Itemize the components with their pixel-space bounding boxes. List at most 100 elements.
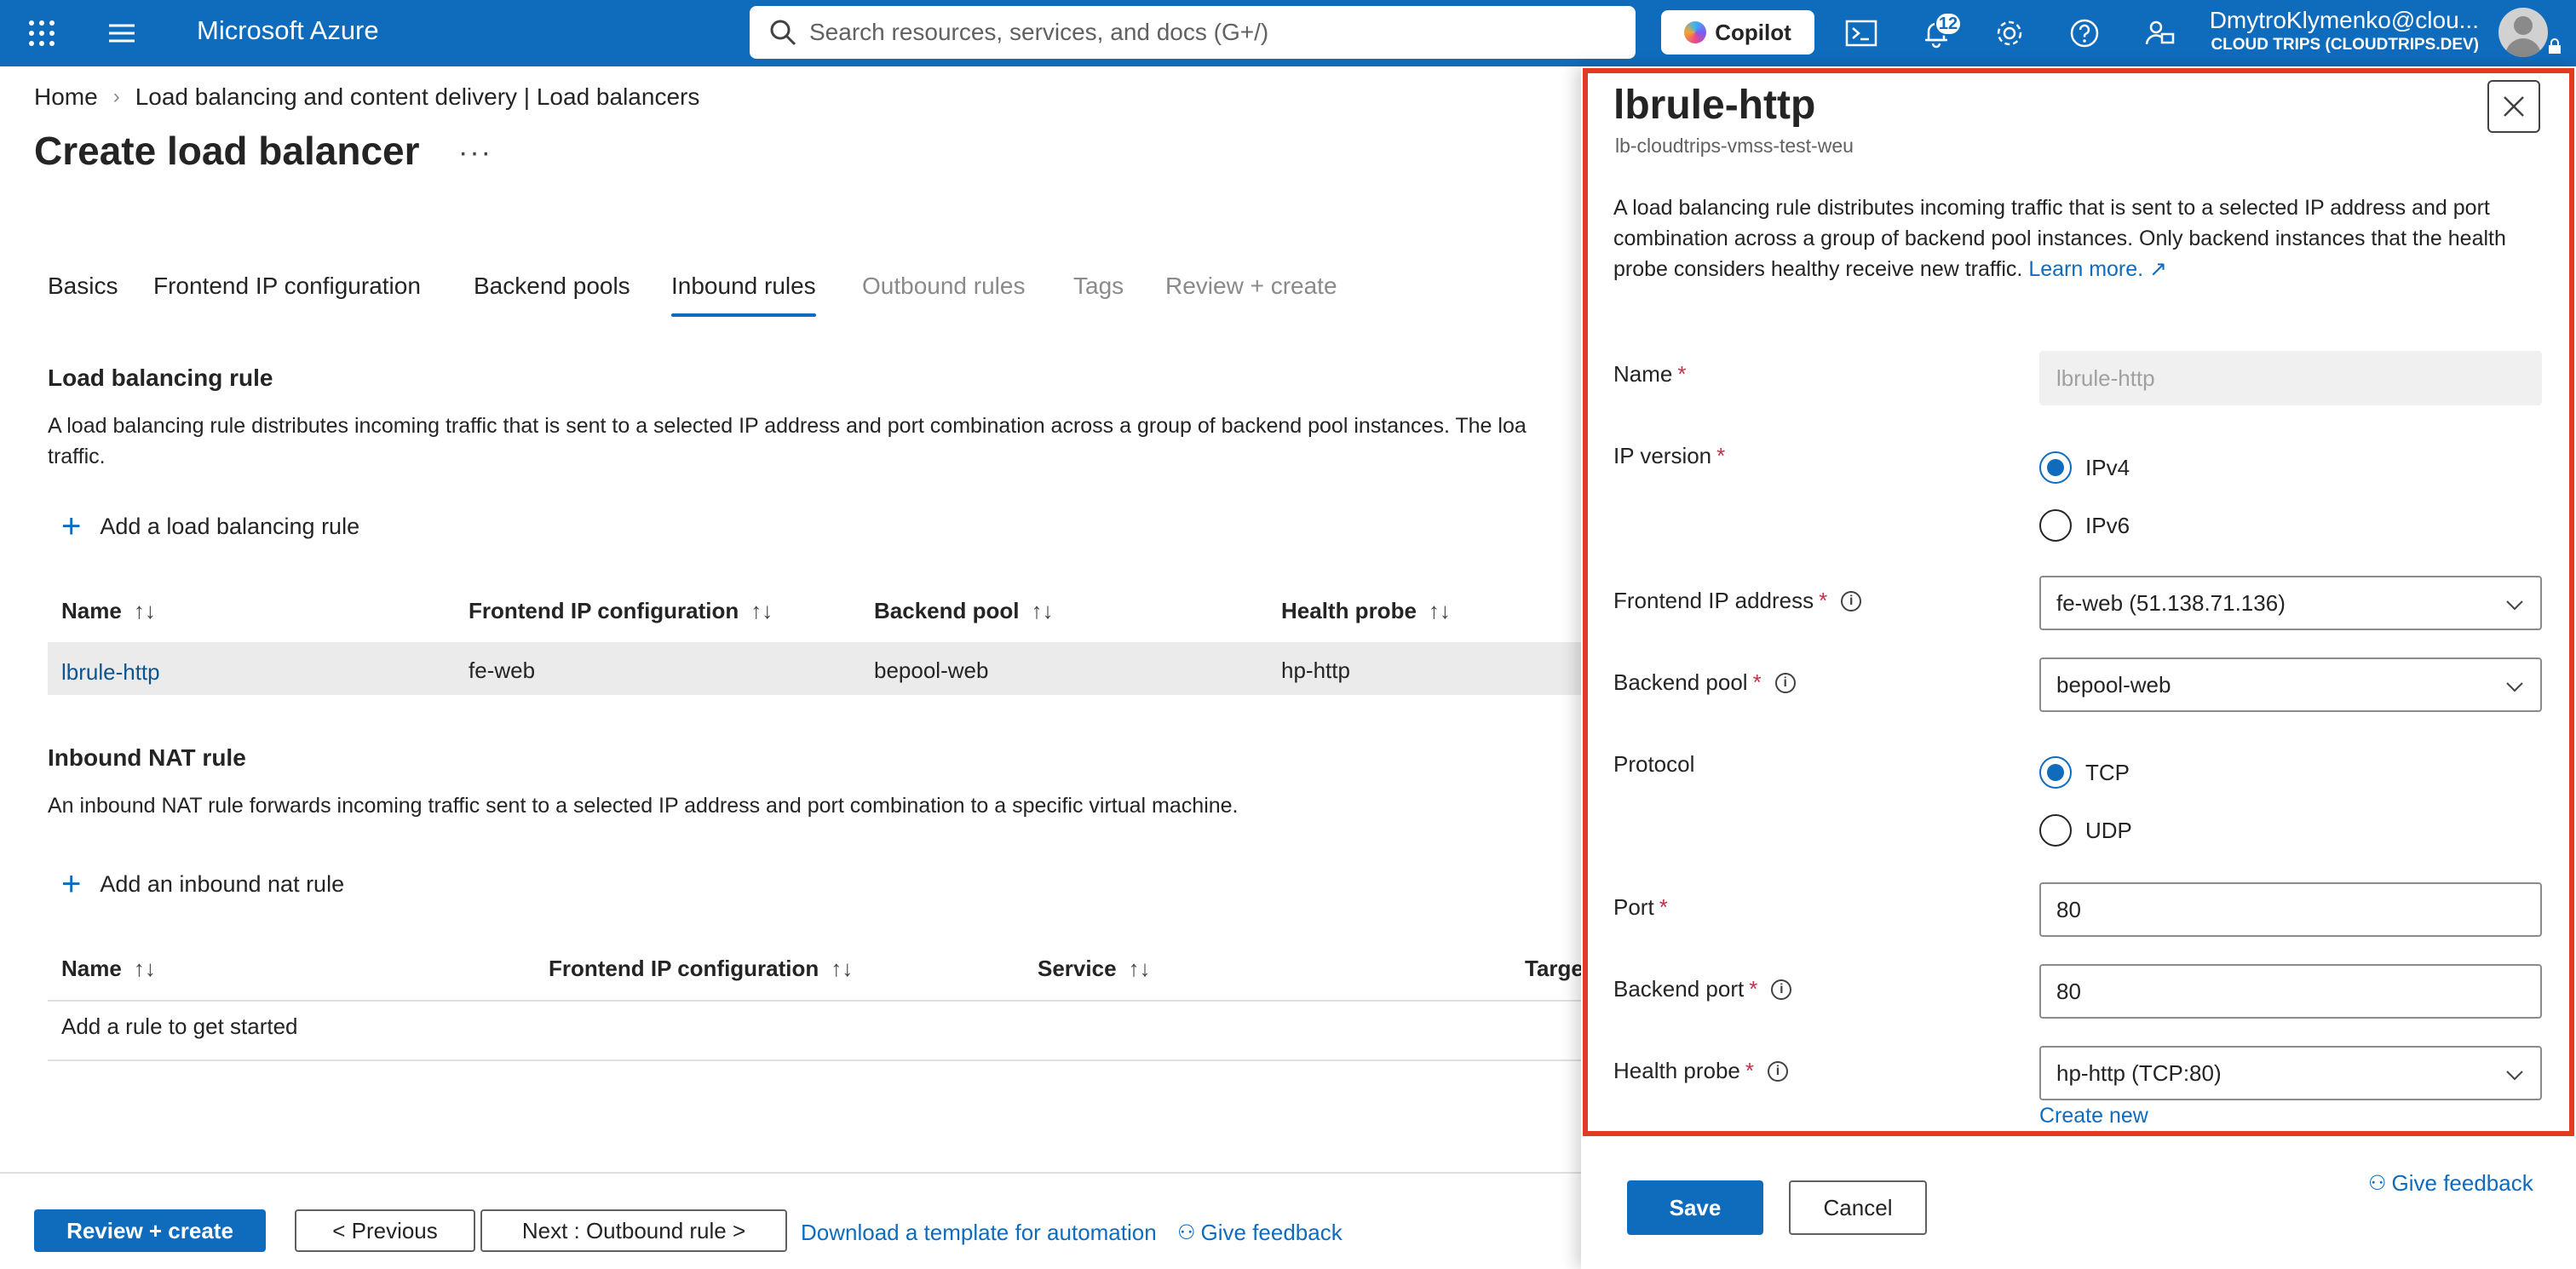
sort-icon: ↑↓	[750, 598, 773, 623]
chevron-down-icon	[2506, 600, 2523, 611]
frontend-ip-dropdown[interactable]: fe-web (51.138.71.136)	[2039, 576, 2542, 630]
table-row[interactable]	[48, 642, 1581, 695]
notification-badge: 12	[1935, 12, 1962, 36]
sort-icon: ↑↓	[1031, 598, 1054, 623]
avatar[interactable]	[2498, 8, 2548, 57]
more-options-icon[interactable]: ···	[458, 136, 492, 169]
add-icon: +	[61, 865, 82, 903]
backend-port-label: Backend port * i	[1613, 976, 1792, 1002]
lb-rule-description: A load balancing rule distributes incomi…	[48, 414, 1527, 468]
top-bar: Microsoft Azure Search resources, servic…	[0, 0, 2576, 66]
nat-column-header-frontend[interactable]: Frontend IP configuration ↑↓	[549, 956, 853, 982]
frontend-ip-label: Frontend IP address * i	[1613, 588, 1862, 614]
close-icon	[2504, 96, 2524, 117]
column-header-probe[interactable]: Health probe ↑↓	[1281, 598, 1451, 624]
cloud-shell-icon[interactable]	[1845, 17, 1877, 49]
backend-pool-label: Backend pool * i	[1613, 669, 1796, 696]
rule-name-link[interactable]: lbrule-http	[61, 659, 160, 686]
account-info[interactable]: DmytroKlymenko@clou... CLOUD TRIPS (CLOU…	[2198, 7, 2479, 55]
column-header-backend[interactable]: Backend pool ↑↓	[874, 598, 1053, 624]
brand-title[interactable]: Microsoft Azure	[197, 15, 379, 46]
nat-column-header-service[interactable]: Service ↑↓	[1038, 956, 1151, 982]
add-lb-rule-button[interactable]: + Add a load balancing rule	[61, 509, 359, 543]
lb-rule-section-title: Load balancing rule	[48, 365, 273, 391]
tab-tags[interactable]: Tags	[1073, 273, 1124, 300]
panel-give-feedback-link[interactable]: ⚇ Give feedback	[2368, 1170, 2533, 1197]
nat-column-header-name[interactable]: Name ↑↓	[61, 956, 156, 982]
download-template-link[interactable]: Download a template for automation	[801, 1220, 1157, 1246]
panel-subtitle: lb-cloudtrips-vmss-test-weu	[1615, 135, 1854, 157]
info-icon: i	[1768, 1060, 1789, 1082]
nat-column-header-target[interactable]: Targe	[1525, 956, 1584, 982]
add-nat-rule-button[interactable]: + Add an inbound nat rule	[61, 867, 344, 901]
health-probe-dropdown[interactable]: hp-http (TCP:80)	[2039, 1046, 2542, 1100]
tab-backend-pools[interactable]: Backend pools	[474, 273, 630, 300]
name-label: Name *	[1613, 361, 1687, 387]
add-nat-rule-label: Add an inbound nat rule	[100, 870, 345, 897]
feedback-icon: ⚇	[2368, 1172, 2387, 1195]
name-field[interactable]: lbrule-http	[2039, 351, 2542, 405]
sort-icon: ↑↓	[831, 956, 854, 981]
save-button[interactable]: Save	[1627, 1180, 1763, 1235]
review-create-button[interactable]: Review + create	[34, 1209, 266, 1252]
feedback-icon[interactable]	[2143, 17, 2176, 49]
app-launcher-icon[interactable]	[27, 19, 56, 48]
nat-rule-description: An inbound NAT rule forwards incoming tr…	[48, 794, 1239, 818]
account-directory: CLOUD TRIPS (CLOUDTRIPS.DEV)	[2211, 36, 2479, 54]
nat-empty-message: Add a rule to get started	[61, 1013, 298, 1039]
create-new-probe-link[interactable]: Create new	[2039, 1104, 2148, 1128]
tab-basics[interactable]: Basics	[48, 273, 118, 300]
column-header-name[interactable]: Name ↑↓	[61, 598, 156, 624]
help-icon[interactable]	[2068, 17, 2101, 49]
copilot-label: Copilot	[1715, 19, 1791, 45]
breadcrumb-home[interactable]: Home	[34, 83, 98, 111]
copilot-button[interactable]: Copilot	[1661, 10, 1814, 55]
divider	[48, 1000, 1581, 1002]
cancel-button[interactable]: Cancel	[1789, 1180, 1927, 1235]
tab-frontend-ip[interactable]: Frontend IP configuration	[153, 273, 421, 300]
rule-probe-cell: hp-http	[1281, 657, 1350, 683]
tab-review-create[interactable]: Review + create	[1165, 273, 1337, 300]
give-feedback-link[interactable]: ⚇ Give feedback	[1177, 1220, 1343, 1246]
wizard-footer: Review + create < Previous Next : Outbou…	[0, 1172, 1581, 1269]
sort-icon: ↑↓	[1128, 956, 1151, 981]
protocol-label: Protocol	[1613, 751, 1695, 777]
previous-button[interactable]: < Previous	[295, 1209, 475, 1252]
learn-more-link[interactable]: Learn more. ↗	[2028, 257, 2167, 281]
ipv4-radio[interactable]: IPv4	[2039, 451, 2130, 484]
info-icon: i	[1841, 590, 1862, 612]
settings-gear-icon[interactable]	[1993, 17, 2026, 49]
tab-inbound-rules[interactable]: Inbound rules	[671, 273, 816, 317]
menu-icon[interactable]	[107, 19, 136, 48]
rule-backend-cell: bepool-web	[874, 657, 989, 683]
divider	[48, 1059, 1581, 1061]
tcp-radio[interactable]: TCP	[2039, 756, 2130, 789]
next-button[interactable]: Next : Outbound rule >	[480, 1209, 787, 1252]
backend-port-input[interactable]: 80	[2039, 964, 2542, 1019]
backend-pool-dropdown[interactable]: bepool-web	[2039, 657, 2542, 712]
breadcrumb-parent[interactable]: Load balancing and content delivery | Lo…	[135, 83, 700, 111]
chevron-down-icon	[2506, 682, 2523, 692]
close-panel-button[interactable]	[2487, 80, 2540, 133]
column-header-frontend[interactable]: Frontend IP configuration ↑↓	[469, 598, 773, 624]
sort-icon: ↑↓	[1428, 598, 1451, 623]
ipv6-radio[interactable]: IPv6	[2039, 509, 2130, 542]
search-placeholder: Search resources, services, and docs (G+…	[809, 19, 1269, 45]
tab-outbound-rules[interactable]: Outbound rules	[862, 273, 1025, 300]
udp-radio[interactable]: UDP	[2039, 814, 2132, 847]
nat-rule-section-title: Inbound NAT rule	[48, 744, 246, 771]
chevron-down-icon	[2506, 1071, 2523, 1081]
add-lb-rule-label: Add a load balancing rule	[100, 513, 360, 539]
add-icon: +	[61, 508, 82, 545]
info-icon: i	[1771, 979, 1792, 1000]
page-title: Create load balancer	[34, 129, 420, 173]
info-icon: i	[1774, 672, 1796, 693]
panel-description: A load balancing rule distributes incomi…	[1613, 196, 2506, 281]
breadcrumb-separator-icon: ›	[112, 85, 120, 108]
panel-title: lbrule-http	[1613, 83, 1816, 128]
health-probe-label: Health probe * i	[1613, 1058, 1789, 1084]
search-input[interactable]: Search resources, services, and docs (G+…	[750, 6, 1636, 59]
sort-icon: ↑↓	[133, 956, 156, 981]
port-input[interactable]: 80	[2039, 882, 2542, 937]
lock-icon	[2547, 37, 2562, 55]
